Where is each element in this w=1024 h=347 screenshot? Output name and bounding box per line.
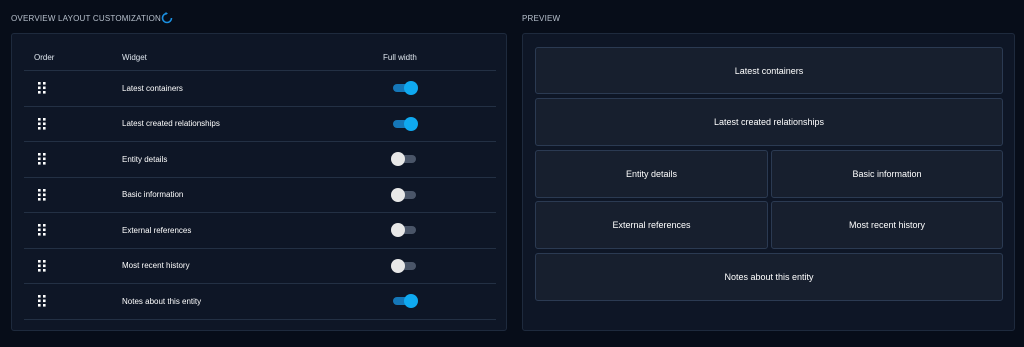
full-width-toggle[interactable] (391, 152, 418, 166)
header-order: Order (34, 53, 55, 62)
preview-card-latest-containers: Latest containers (535, 47, 1003, 94)
layout-customization-panel: Order Widget Full width Latest container… (11, 33, 507, 331)
preview-card-external-references: External references (535, 201, 768, 249)
preview-panel: Latest containers Latest created relatio… (522, 33, 1015, 331)
header-full-width: Full width (383, 53, 417, 62)
drag-handle-icon[interactable] (38, 117, 46, 130)
full-width-toggle[interactable] (392, 81, 418, 95)
table-row: Entity details (24, 142, 496, 178)
preview-card-most-recent-history: Most recent history (771, 201, 1003, 249)
drag-handle-icon[interactable] (38, 259, 46, 272)
full-width-toggle[interactable] (391, 223, 418, 237)
widget-label: Latest containers (122, 83, 183, 93)
drag-handle-icon[interactable] (38, 188, 46, 201)
table-row: External references (24, 213, 496, 249)
widget-label: Most recent history (122, 261, 190, 270)
full-width-toggle[interactable] (391, 258, 418, 273)
drag-handle-icon[interactable] (38, 82, 46, 94)
preview-card-latest-created-relationships: Latest created relationships (535, 98, 1003, 146)
header-widget: Widget (122, 53, 147, 62)
preview-card-notes-about-this-entity: Notes about this entity (535, 253, 1003, 301)
preview-title: PREVIEW (522, 14, 561, 23)
drag-handle-icon[interactable] (38, 153, 46, 165)
full-width-toggle[interactable] (392, 294, 418, 308)
widget-label: Latest created relationships (122, 119, 220, 128)
widget-label: Basic information (122, 190, 184, 199)
table-header: Order Widget Full width (24, 46, 496, 71)
full-width-toggle[interactable] (392, 116, 418, 131)
widget-label: Entity details (122, 154, 168, 164)
drag-handle-icon[interactable] (38, 224, 46, 236)
table-row: Latest containers (24, 71, 496, 107)
widget-table: Order Widget Full width Latest container… (24, 46, 496, 320)
overview-layout-title: OVERVIEW LAYOUT CUSTOMIZATION (11, 14, 161, 23)
table-row: Most recent history (24, 249, 496, 284)
full-width-toggle[interactable] (391, 187, 418, 202)
preview-card-entity-details: Entity details (535, 150, 768, 198)
table-row: Latest created relationships (24, 107, 496, 142)
refresh-icon[interactable] (160, 11, 174, 25)
widget-label: Notes about this entity (122, 296, 202, 306)
table-row: Basic information (24, 178, 496, 213)
table-row: Notes about this entity (24, 284, 496, 320)
drag-handle-icon[interactable] (38, 295, 46, 307)
widget-label: External references (122, 225, 192, 235)
preview-card-basic-information: Basic information (771, 150, 1003, 198)
